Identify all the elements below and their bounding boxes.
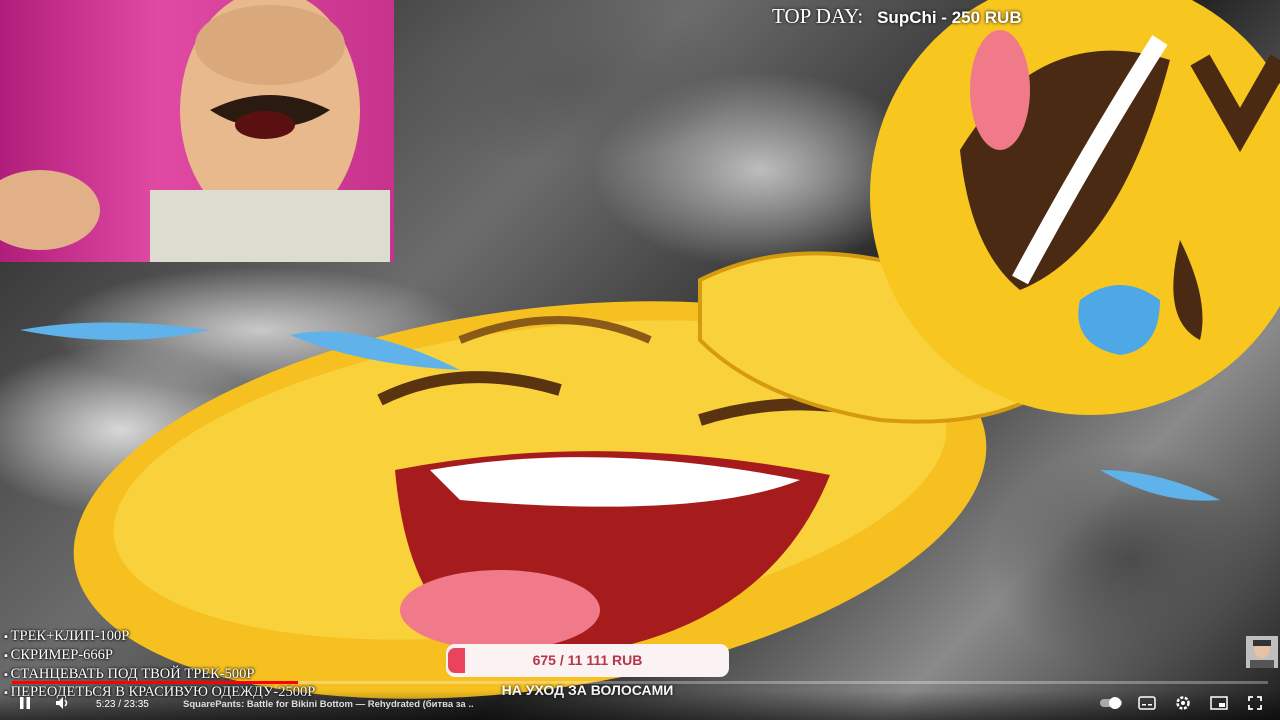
video-progress-played [12, 681, 299, 684]
miniplayer-button[interactable] [1208, 694, 1230, 716]
top-day-banner: TOP DAY: SupChi - 250 RUB [772, 4, 1022, 28]
volume-icon [55, 696, 71, 715]
channel-avatar[interactable] [1246, 636, 1278, 668]
settings-button[interactable] [1172, 694, 1194, 716]
fullscreen-button[interactable] [1244, 694, 1266, 716]
subtitles-icon [1138, 695, 1156, 715]
price-list-item: ТРЕК+КЛИП-100Р [4, 628, 315, 647]
streamer-face-image [0, 0, 390, 262]
autoplay-toggle-icon [1099, 696, 1123, 715]
pause-button[interactable] [14, 694, 36, 716]
miniplayer-icon [1210, 695, 1228, 715]
volume-button[interactable] [52, 694, 74, 716]
avatar-image [1246, 636, 1278, 668]
time-display: 5:23 / 23:35 [96, 699, 149, 710]
fullscreen-icon [1248, 695, 1262, 715]
donation-goal-amount: 675 / 11 111 RUB [532, 652, 643, 668]
video-chapter-title[interactable]: SquarePants: Battle for Bikini Bottom — … [183, 699, 473, 710]
autoplay-toggle[interactable] [1098, 694, 1124, 716]
gear-icon [1175, 695, 1191, 716]
video-progress-bar[interactable] [12, 681, 1268, 684]
subtitles-button[interactable] [1136, 694, 1158, 716]
webcam-overlay [0, 0, 394, 262]
donation-goal-bar: 675 / 11 111 RUB [446, 644, 729, 677]
pause-icon [18, 696, 32, 715]
top-day-value: SupChi - 250 RUB [877, 8, 1022, 27]
player-controls: 5:23 / 23:35 SquarePants: Battle for Bik… [0, 690, 1280, 720]
price-list-item: СКРИМЕР-666Р [4, 647, 315, 666]
top-day-label: TOP DAY: [772, 4, 864, 28]
